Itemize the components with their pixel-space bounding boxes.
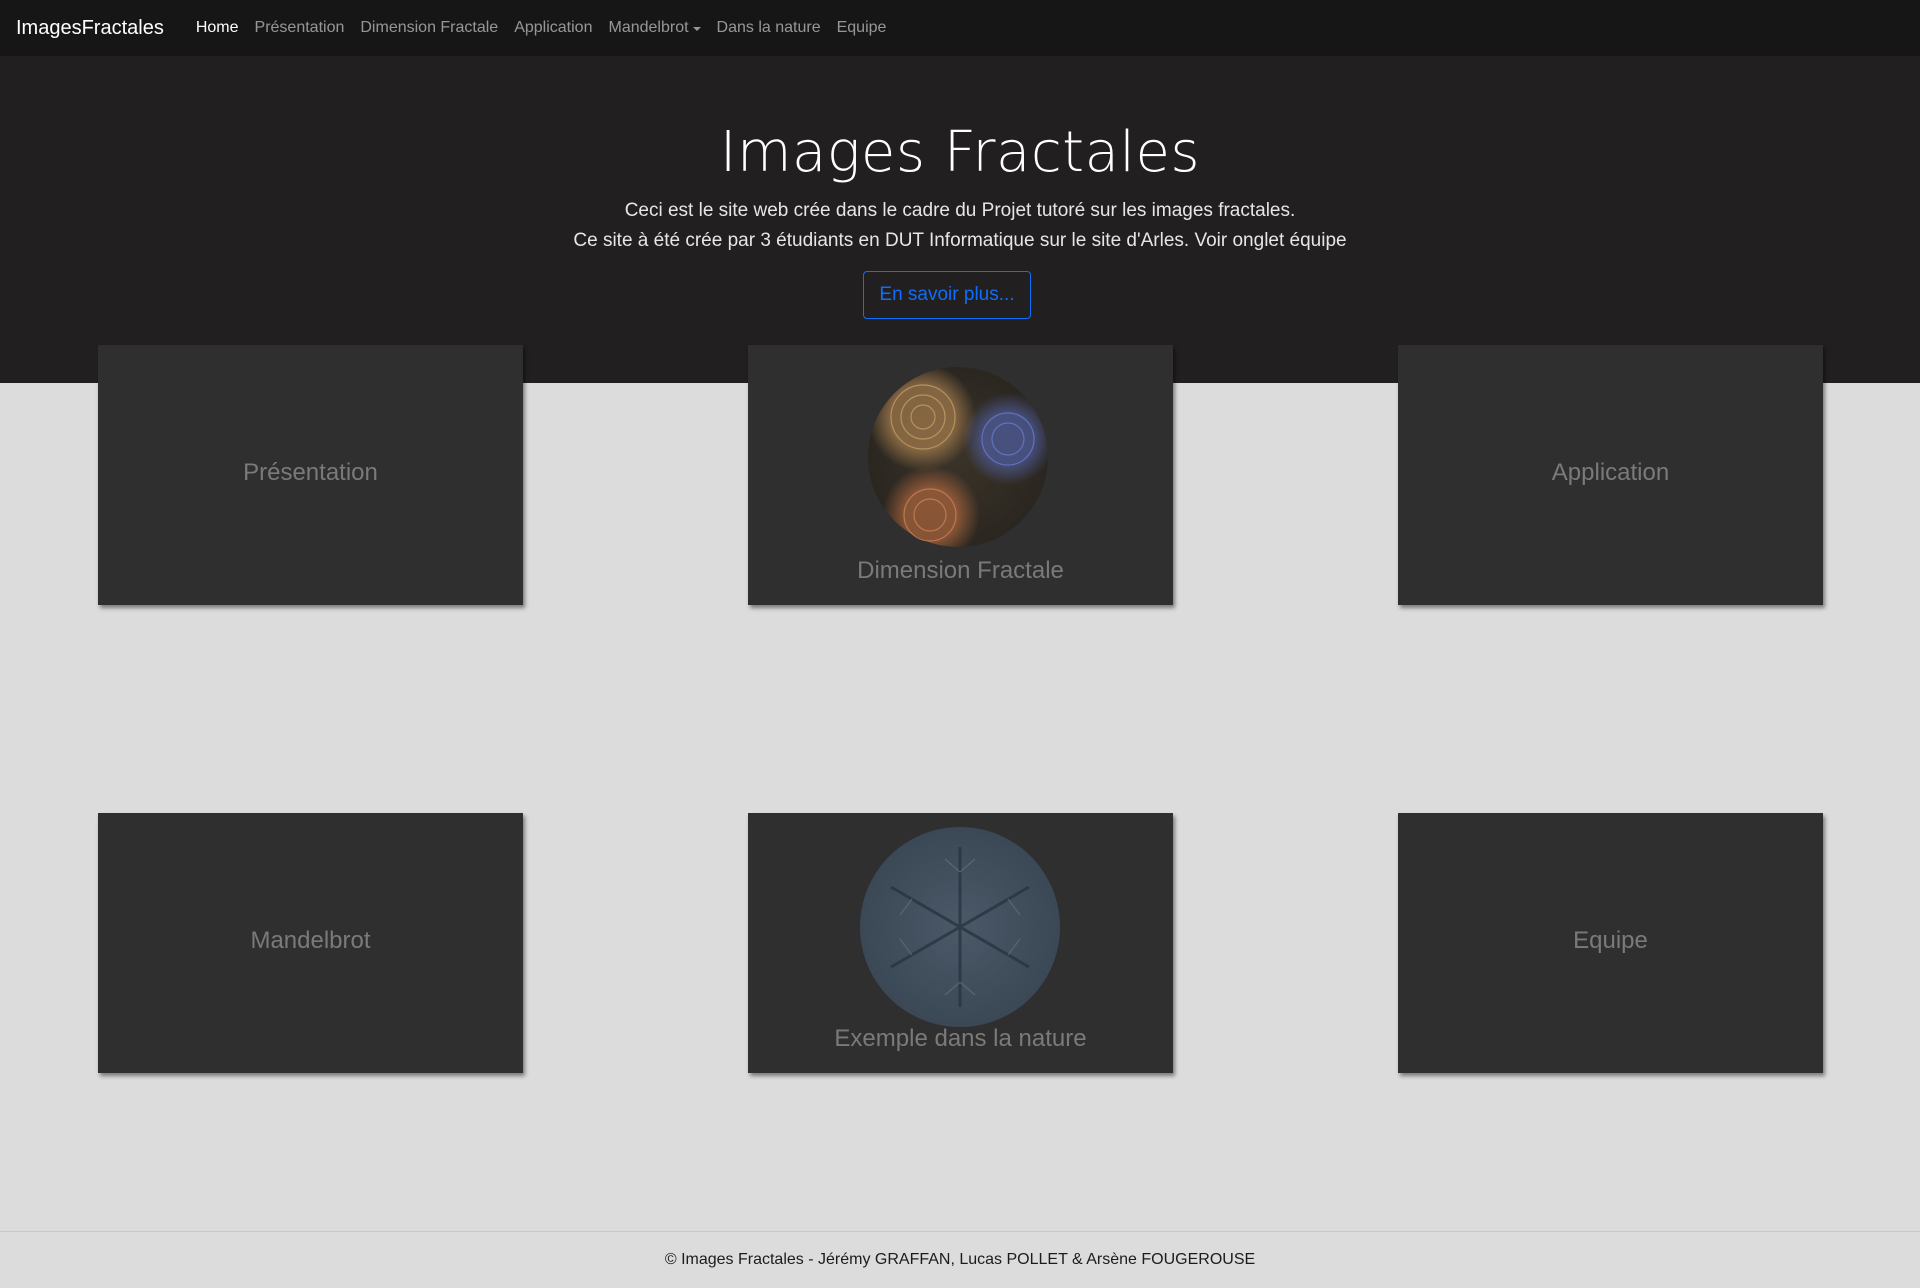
hero-description-line-2: Ce site à été crée par 3 étudiants en DU… xyxy=(573,230,1347,251)
card-label: Dimension Fractale xyxy=(857,557,1064,584)
nav-item-mandelbrot-dropdown[interactable]: Mandelbrot xyxy=(600,19,708,37)
nav-item-mandelbrot-label: Mandelbrot xyxy=(608,19,689,36)
card-label: Equipe xyxy=(1573,927,1648,954)
nav-item-dans-la-nature[interactable]: Dans la nature xyxy=(709,19,829,37)
card-exemple-nature[interactable]: Exemple dans la nature xyxy=(748,813,1173,1073)
nav-item-presentation[interactable]: Présentation xyxy=(247,19,353,37)
card-application[interactable]: Application xyxy=(1398,345,1823,605)
card-label: Application xyxy=(1551,459,1670,486)
card-label: Mandelbrot xyxy=(250,927,371,954)
fractal-image xyxy=(868,367,1048,547)
nav-item-home[interactable]: Home xyxy=(188,19,247,37)
card-dimension-fractale[interactable]: Dimension Fractale xyxy=(748,345,1173,605)
card-label: Exemple dans la nature xyxy=(834,1025,1087,1052)
brand-link[interactable]: ImagesFractales xyxy=(16,17,164,40)
hero-section: Images Fractales Ceci est le site web cr… xyxy=(0,56,1920,383)
footer: © Images Fractales - Jérémy GRAFFAN, Luc… xyxy=(0,1231,1920,1288)
nav-list: Home Présentation Dimension Fractale App… xyxy=(188,19,895,37)
snowflake-image xyxy=(860,827,1060,1027)
card-presentation[interactable]: Présentation xyxy=(98,345,523,605)
nav-item-equipe[interactable]: Equipe xyxy=(829,19,895,37)
nav-item-dimension-fractale[interactable]: Dimension Fractale xyxy=(352,19,506,37)
hero-description-line-1: Ceci est le site web crée dans le cadre … xyxy=(624,200,1296,221)
card-equipe[interactable]: Equipe xyxy=(1398,813,1823,1073)
card-mandelbrot[interactable]: Mandelbrot xyxy=(98,813,523,1073)
nav-item-application[interactable]: Application xyxy=(506,19,600,37)
caret-down-icon xyxy=(692,27,701,31)
hero-title: Images Fractales xyxy=(719,120,1201,185)
navbar: ImagesFractales Home Présentation Dimens… xyxy=(0,0,1920,56)
card-label: Présentation xyxy=(243,459,378,486)
learn-more-button[interactable]: En savoir plus... xyxy=(863,271,1031,319)
footer-copyright: © Images Fractales - Jérémy GRAFFAN, Luc… xyxy=(664,1251,1256,1268)
